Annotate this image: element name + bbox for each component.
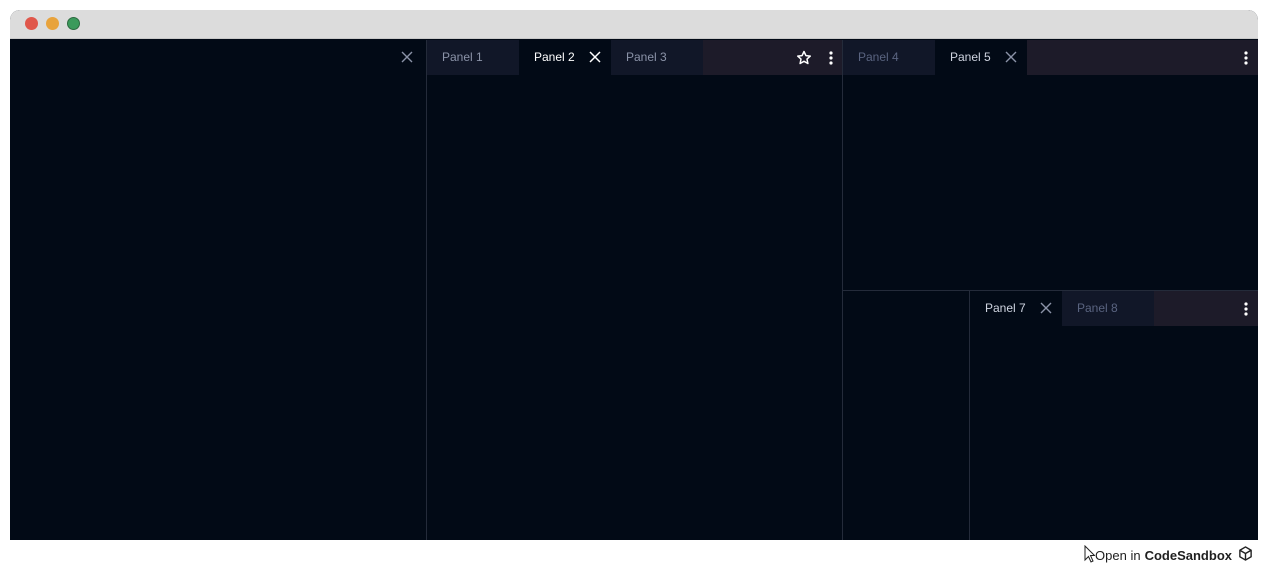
close-icon[interactable] (1040, 302, 1052, 314)
tab-label: Panel 4 (858, 50, 899, 64)
tab-panel-1[interactable]: Panel 1 (427, 40, 519, 75)
window-titlebar (10, 10, 1258, 39)
tab-panel-8[interactable]: Panel 8 (1062, 291, 1154, 326)
panel-group-middle: Panel 1 Panel 2 Panel 3 (427, 40, 842, 540)
close-group-icon[interactable] (400, 50, 416, 66)
open-in-codesandbox-link[interactable]: Open in CodeSandbox (1084, 544, 1253, 566)
tab-panel-3[interactable]: Panel 3 (611, 40, 703, 75)
dockview-container: Panel 1 Panel 2 Panel 3 Panel 4 Panel 5 … (10, 40, 1258, 540)
tab-bar: Panel 1 Panel 2 Panel 3 (427, 40, 842, 75)
tab-panel-5[interactable]: Panel 5 (935, 40, 1027, 75)
tab-bar: Panel 7 Panel 8 (970, 291, 1258, 326)
codesandbox-cube-icon (1238, 546, 1253, 564)
tab-label: Panel 2 (534, 50, 575, 64)
panel-group-left (10, 40, 426, 540)
tab-label: Panel 3 (626, 50, 667, 64)
more-vertical-icon[interactable] (823, 50, 839, 66)
close-window-button[interactable] (25, 17, 38, 30)
panel-group-right-top: Panel 4 Panel 5 (843, 40, 1258, 290)
more-vertical-icon[interactable] (1238, 50, 1254, 66)
tab-label: Panel 5 (950, 50, 991, 64)
minimize-window-button[interactable] (46, 17, 59, 30)
close-icon[interactable] (1005, 51, 1017, 63)
close-icon[interactable] (589, 51, 601, 63)
panel-group-right-bottom-left (843, 291, 969, 540)
tab-panel-7[interactable]: Panel 7 (970, 291, 1062, 326)
tab-panel-2[interactable]: Panel 2 (519, 40, 611, 75)
panel-group-right-bottom-right: Panel 7 Panel 8 (970, 291, 1258, 540)
tab-bar: Panel 4 Panel 5 (843, 40, 1258, 75)
app-window: Panel 1 Panel 2 Panel 3 Panel 4 Panel 5 … (10, 10, 1258, 540)
tab-panel-4[interactable]: Panel 4 (843, 40, 935, 75)
tab-label: Panel 8 (1077, 301, 1118, 315)
tab-label: Panel 7 (985, 301, 1026, 315)
zoom-window-button[interactable] (67, 17, 80, 30)
star-icon[interactable] (796, 50, 812, 66)
tab-label: Panel 1 (442, 50, 483, 64)
mouse-cursor-icon (1084, 544, 1096, 566)
footer-prefix: Open in (1095, 547, 1141, 563)
more-vertical-icon[interactable] (1238, 301, 1254, 317)
footer-brand: CodeSandbox (1144, 547, 1232, 563)
